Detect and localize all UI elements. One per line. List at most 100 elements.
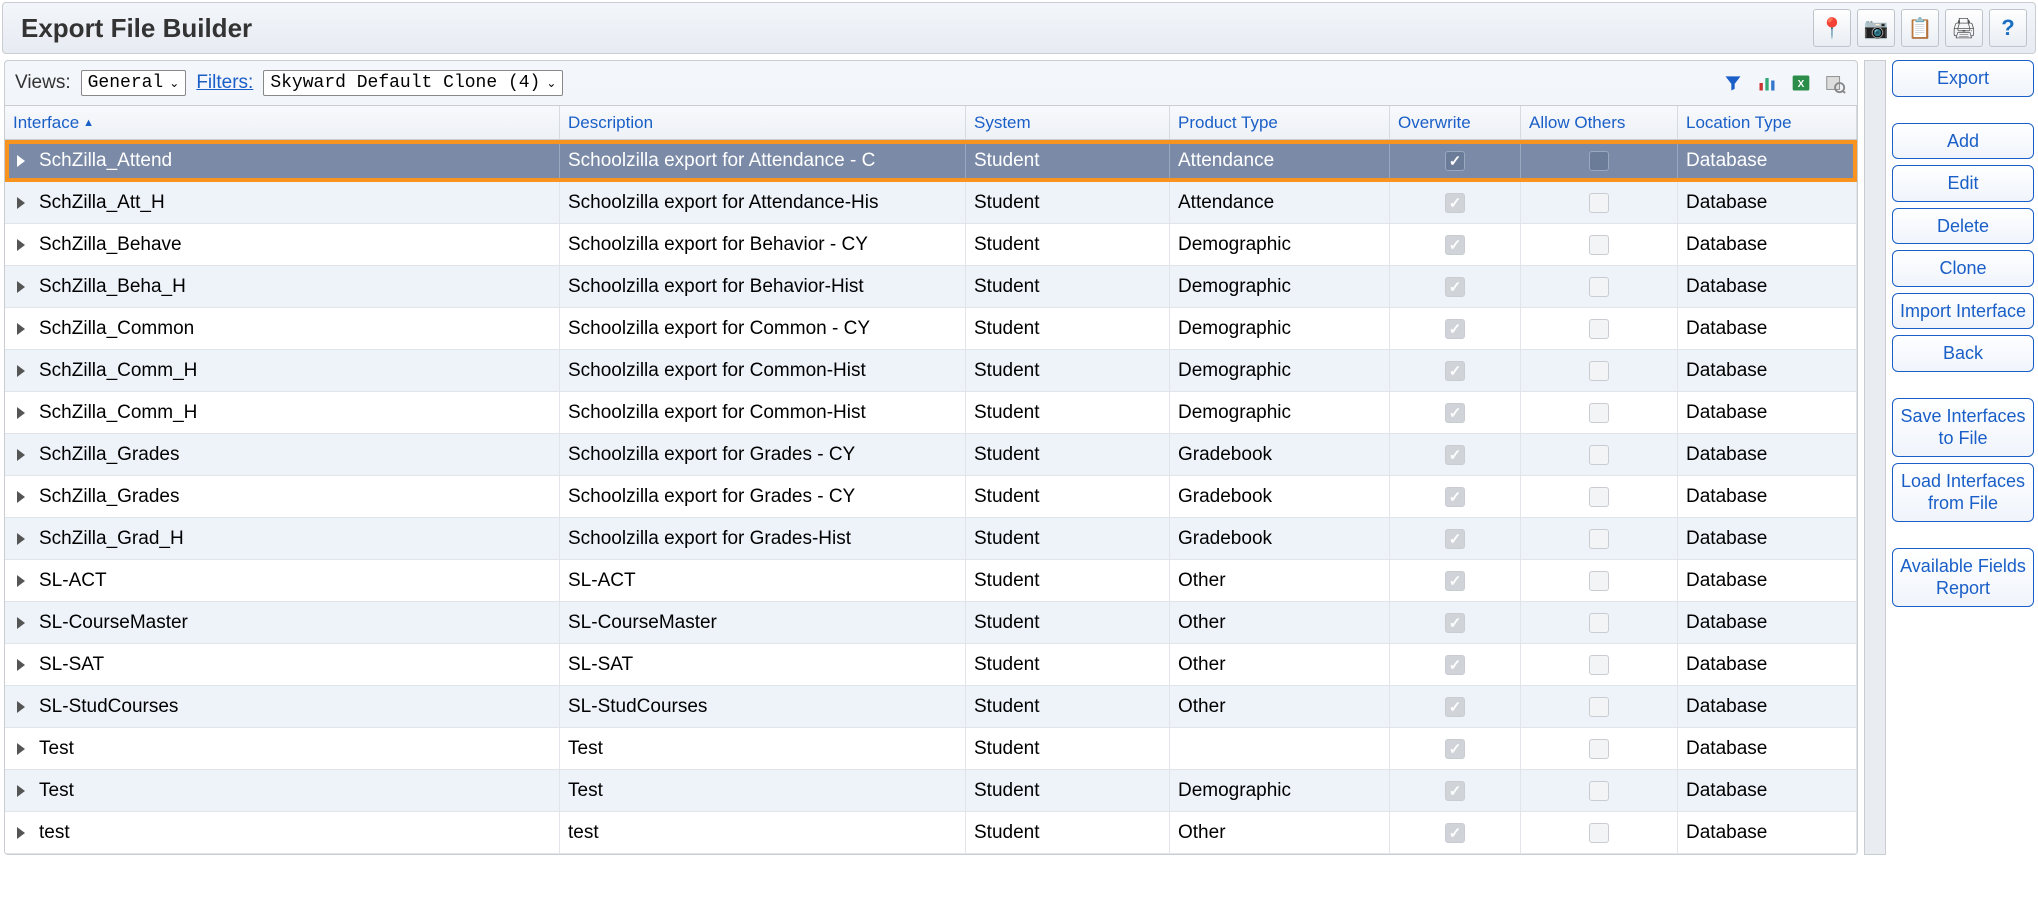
cell-product-type: Demographic <box>1170 308 1390 349</box>
table-row[interactable]: SchZilla_AttendSchoolzilla export for At… <box>5 140 1857 182</box>
table-row[interactable]: SL-ACTSL-ACTStudentOtherDatabase <box>5 560 1857 602</box>
checkbox[interactable] <box>1445 319 1465 339</box>
checkbox[interactable] <box>1589 781 1609 801</box>
clipboard-icon[interactable]: 📋 <box>1901 9 1939 47</box>
checkbox[interactable] <box>1445 193 1465 213</box>
expand-icon[interactable] <box>17 449 25 461</box>
checkbox[interactable] <box>1445 403 1465 423</box>
expand-icon[interactable] <box>17 155 25 167</box>
views-select[interactable]: General ⌄ <box>81 70 187 96</box>
table-row[interactable]: SchZilla_BehaveSchoolzilla export for Be… <box>5 224 1857 266</box>
checkbox[interactable] <box>1445 697 1465 717</box>
print-icon[interactable]: 🖨 <box>1945 9 1983 47</box>
checkbox[interactable] <box>1445 361 1465 381</box>
export-button[interactable]: Export <box>1892 60 2034 97</box>
map-pin-icon[interactable]: 📍 <box>1813 9 1851 47</box>
expand-icon[interactable] <box>17 407 25 419</box>
table-row[interactable]: SchZilla_Comm_HSchoolzilla export for Co… <box>5 350 1857 392</box>
checkbox[interactable] <box>1445 235 1465 255</box>
col-location-type[interactable]: Location Type <box>1678 106 1857 139</box>
expand-icon[interactable] <box>17 659 25 671</box>
table-row[interactable]: SchZilla_Beha_HSchoolzilla export for Be… <box>5 266 1857 308</box>
delete-button[interactable]: Delete <box>1892 208 2034 245</box>
expand-icon[interactable] <box>17 617 25 629</box>
table-row[interactable]: TestTestStudentDatabase <box>5 728 1857 770</box>
checkbox[interactable] <box>1445 613 1465 633</box>
checkbox[interactable] <box>1589 571 1609 591</box>
expand-icon[interactable] <box>17 365 25 377</box>
checkbox[interactable] <box>1589 697 1609 717</box>
excel-icon[interactable]: X <box>1789 71 1813 95</box>
expand-icon[interactable] <box>17 575 25 587</box>
filters-link[interactable]: Filters: <box>196 72 253 94</box>
table-row[interactable]: SchZilla_GradesSchoolzilla export for Gr… <box>5 434 1857 476</box>
table-row[interactable]: SL-CourseMasterSL-CourseMasterStudentOth… <box>5 602 1857 644</box>
expand-icon[interactable] <box>17 827 25 839</box>
checkbox[interactable] <box>1589 487 1609 507</box>
col-description[interactable]: Description <box>560 106 966 139</box>
col-system[interactable]: System <box>966 106 1170 139</box>
save-interfaces-button[interactable]: Save Interfaces to File <box>1892 398 2034 457</box>
expand-icon[interactable] <box>17 785 25 797</box>
chart-icon[interactable] <box>1755 71 1779 95</box>
checkbox[interactable] <box>1589 193 1609 213</box>
edit-button[interactable]: Edit <box>1892 165 2034 202</box>
cell-location-type: Database <box>1678 686 1857 727</box>
expand-icon[interactable] <box>17 239 25 251</box>
table-row[interactable]: SchZilla_Grad_HSchoolzilla export for Gr… <box>5 518 1857 560</box>
table-row[interactable]: SL-SATSL-SATStudentOtherDatabase <box>5 644 1857 686</box>
checkbox[interactable] <box>1589 277 1609 297</box>
checkbox[interactable] <box>1589 361 1609 381</box>
scrollbar[interactable] <box>1864 60 1886 855</box>
expand-icon[interactable] <box>17 491 25 503</box>
checkbox[interactable] <box>1445 277 1465 297</box>
checkbox[interactable] <box>1445 781 1465 801</box>
table-row[interactable]: SchZilla_GradesSchoolzilla export for Gr… <box>5 476 1857 518</box>
checkbox[interactable] <box>1589 445 1609 465</box>
checkbox[interactable] <box>1589 655 1609 675</box>
add-button[interactable]: Add <box>1892 123 2034 160</box>
checkbox[interactable] <box>1589 823 1609 843</box>
checkbox[interactable] <box>1445 823 1465 843</box>
expand-icon[interactable] <box>17 533 25 545</box>
import-interface-button[interactable]: Import Interface <box>1892 293 2034 330</box>
print-preview-icon[interactable] <box>1823 71 1847 95</box>
checkbox[interactable] <box>1589 613 1609 633</box>
table-row[interactable]: SchZilla_CommonSchoolzilla export for Co… <box>5 308 1857 350</box>
checkbox[interactable] <box>1589 319 1609 339</box>
load-interfaces-button[interactable]: Load Interfaces from File <box>1892 463 2034 522</box>
expand-icon[interactable] <box>17 281 25 293</box>
checkbox[interactable] <box>1445 739 1465 759</box>
col-product-type[interactable]: Product Type <box>1170 106 1390 139</box>
checkbox[interactable] <box>1445 529 1465 549</box>
checkbox[interactable] <box>1589 739 1609 759</box>
expand-icon[interactable] <box>17 197 25 209</box>
col-overwrite[interactable]: Overwrite <box>1390 106 1521 139</box>
table-row[interactable]: SchZilla_Comm_HSchoolzilla export for Co… <box>5 392 1857 434</box>
table-row[interactable]: TestTestStudentDemographicDatabase <box>5 770 1857 812</box>
col-allow-others[interactable]: Allow Others <box>1521 106 1678 139</box>
checkbox[interactable] <box>1445 151 1465 171</box>
table-row[interactable]: testtestStudentOtherDatabase <box>5 812 1857 854</box>
checkbox[interactable] <box>1589 529 1609 549</box>
checkbox[interactable] <box>1445 445 1465 465</box>
checkbox[interactable] <box>1589 403 1609 423</box>
filters-select[interactable]: Skyward Default Clone (4) ⌄ <box>263 70 563 96</box>
checkbox[interactable] <box>1589 235 1609 255</box>
table-row[interactable]: SchZilla_Att_HSchoolzilla export for Att… <box>5 182 1857 224</box>
filter-icon[interactable] <box>1721 71 1745 95</box>
expand-icon[interactable] <box>17 701 25 713</box>
checkbox[interactable] <box>1445 655 1465 675</box>
camera-icon[interactable]: 📷 <box>1857 9 1895 47</box>
clone-button[interactable]: Clone <box>1892 250 2034 287</box>
table-row[interactable]: SL-StudCoursesSL-StudCoursesStudentOther… <box>5 686 1857 728</box>
help-icon[interactable]: ? <box>1989 9 2027 47</box>
expand-icon[interactable] <box>17 323 25 335</box>
col-interface[interactable]: Interface ▲ <box>5 106 560 139</box>
fields-report-button[interactable]: Available Fields Report <box>1892 548 2034 607</box>
back-button[interactable]: Back <box>1892 335 2034 372</box>
expand-icon[interactable] <box>17 743 25 755</box>
checkbox[interactable] <box>1445 571 1465 591</box>
checkbox[interactable] <box>1445 487 1465 507</box>
checkbox[interactable] <box>1589 151 1609 171</box>
